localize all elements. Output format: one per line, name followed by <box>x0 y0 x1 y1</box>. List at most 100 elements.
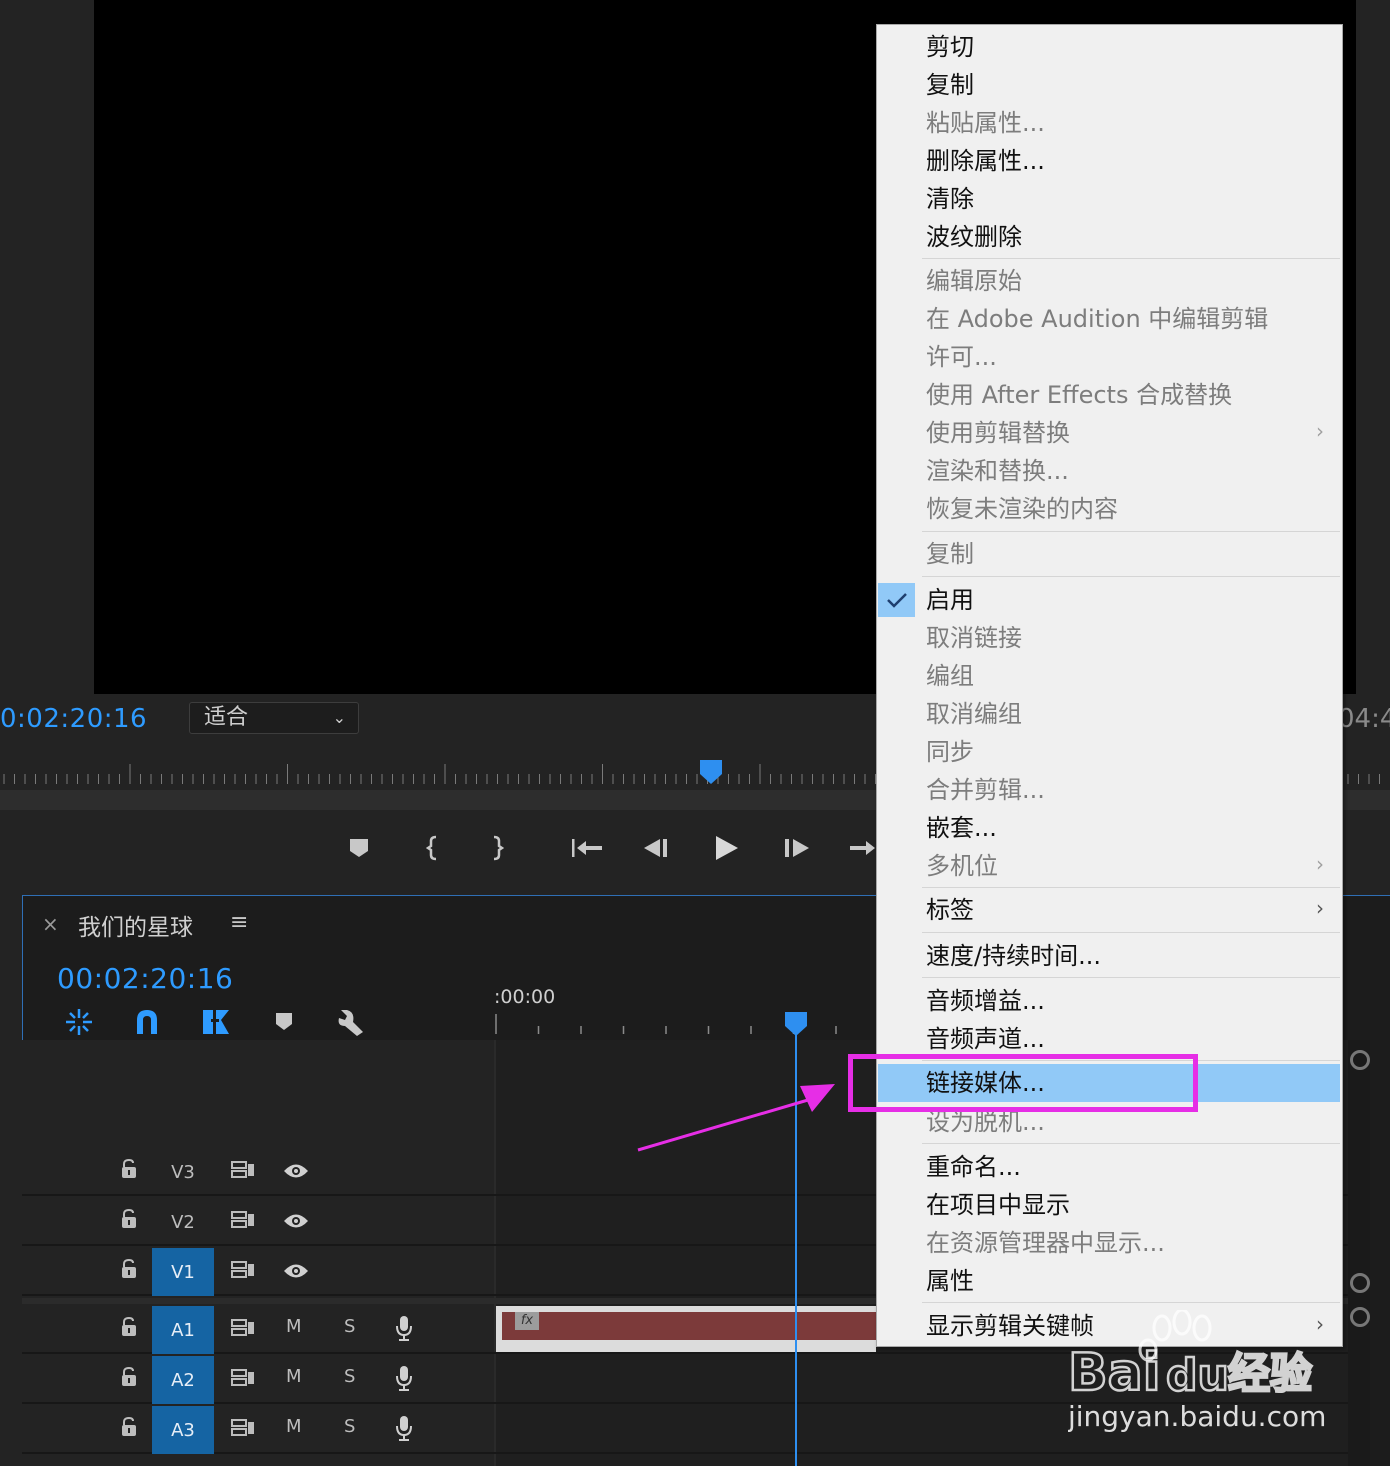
solo-button[interactable]: S <box>344 1316 355 1337</box>
sequence-tab-title[interactable]: 我们的星球 <box>78 908 193 942</box>
lock-icon[interactable] <box>120 1416 138 1438</box>
menu-separator <box>922 1302 1340 1303</box>
add-marker-tool-button[interactable] <box>266 1004 302 1040</box>
track-target-v2[interactable]: V2 <box>152 1198 214 1246</box>
menu-item-31[interactable]: 属性 <box>926 1264 974 1298</box>
nest-sequence-icon <box>66 1009 92 1035</box>
play-icon <box>716 836 738 860</box>
go-to-in-button[interactable] <box>567 826 607 870</box>
mark-out-icon <box>493 835 504 861</box>
step-forward-button[interactable] <box>777 826 817 870</box>
microphone-icon[interactable] <box>394 1314 414 1342</box>
menu-item-5[interactable]: 波纹删除 <box>926 220 1022 254</box>
monitor-timecode[interactable]: 0:02:20:16 <box>0 704 147 734</box>
menu-item-16[interactable]: 编组 <box>926 659 974 693</box>
menu-item-22[interactable]: 标签 <box>926 893 974 927</box>
menu-item-8[interactable]: 许可... <box>926 340 997 374</box>
menu-item-18[interactable]: 同步 <box>926 735 974 769</box>
menu-item-0[interactable]: 剪切 <box>926 30 974 64</box>
track-target-v3[interactable]: V3 <box>152 1148 214 1196</box>
eye-icon[interactable] <box>282 1262 310 1280</box>
eye-icon[interactable] <box>282 1162 310 1180</box>
menu-item-24[interactable]: 音频增益... <box>926 984 1045 1018</box>
menu-item-3[interactable]: 删除属性... <box>926 144 1045 178</box>
microphone-icon[interactable] <box>394 1364 414 1392</box>
menu-item-29[interactable]: 在项目中显示 <box>926 1188 1070 1222</box>
timeline-ruler[interactable] <box>494 1010 874 1040</box>
solo-button[interactable]: S <box>344 1366 355 1387</box>
watermark-url: jingyan.baidu.com <box>1068 1400 1326 1433</box>
step-forward-icon <box>785 839 809 857</box>
insert-nest-button[interactable] <box>61 1004 97 1040</box>
sync-lock-icon[interactable] <box>230 1210 256 1230</box>
fit-dropdown[interactable]: 适合 ⌄ <box>189 702 359 734</box>
step-back-button[interactable] <box>636 826 676 870</box>
lock-icon[interactable] <box>120 1316 138 1338</box>
audio-clip-body[interactable] <box>502 1312 876 1340</box>
menu-item-17[interactable]: 取消编组 <box>926 697 1022 731</box>
menu-item-12[interactable]: 恢复未渲染的内容 <box>926 492 1118 526</box>
track-target-a3[interactable]: A3 <box>152 1406 214 1454</box>
mute-button[interactable]: M <box>286 1316 302 1337</box>
track-target-a1[interactable]: A1 <box>152 1306 214 1354</box>
add-marker-button[interactable] <box>339 826 379 870</box>
annotation-arrow-icon <box>637 1084 835 1152</box>
menu-item-25[interactable]: 音频声道... <box>926 1022 1045 1056</box>
mute-button[interactable]: M <box>286 1416 302 1437</box>
microphone-icon[interactable] <box>394 1414 414 1442</box>
marker-icon <box>276 1013 292 1030</box>
timeline-timecode[interactable]: 00:02:20:16 <box>57 962 233 995</box>
menu-item-2[interactable]: 粘贴属性... <box>926 106 1045 140</box>
menu-item-20[interactable]: 嵌套... <box>926 811 997 845</box>
menu-item-4[interactable]: 清除 <box>926 182 974 216</box>
menu-item-19[interactable]: 合并剪辑... <box>926 773 1045 807</box>
sync-lock-icon[interactable] <box>230 1260 256 1280</box>
menu-item-1[interactable]: 复制 <box>926 68 974 102</box>
mute-button[interactable]: M <box>286 1366 302 1387</box>
eye-icon[interactable] <box>282 1212 310 1230</box>
menu-item-10[interactable]: 使用剪辑替换 <box>926 416 1070 450</box>
scroll-knob[interactable] <box>1350 1273 1370 1293</box>
sync-lock-icon[interactable] <box>230 1368 256 1388</box>
monitor-duration: 04:4 <box>1338 704 1390 734</box>
track-target-v1[interactable]: V1 <box>152 1248 214 1296</box>
timeline-settings-button[interactable] <box>333 1004 369 1040</box>
lock-icon[interactable] <box>120 1258 138 1280</box>
wrench-icon <box>338 1010 363 1036</box>
scroll-knob[interactable] <box>1350 1050 1370 1070</box>
lock-icon[interactable] <box>120 1208 138 1230</box>
menu-separator <box>922 977 1340 978</box>
menu-item-7[interactable]: 在 Adobe Audition 中编辑剪辑 <box>926 302 1268 336</box>
playhead-icon[interactable] <box>784 1012 808 1036</box>
panel-menu-icon[interactable]: ≡ <box>230 910 248 935</box>
menu-item-13[interactable]: 复制 <box>926 537 974 571</box>
lock-icon[interactable] <box>120 1158 138 1180</box>
menu-separator <box>922 887 1340 888</box>
checkmark-icon <box>887 593 907 608</box>
track-target-a2[interactable]: A2 <box>152 1356 214 1404</box>
menu-separator <box>922 932 1340 933</box>
sync-lock-icon[interactable] <box>230 1418 256 1438</box>
check-highlight <box>878 583 915 617</box>
solo-button[interactable]: S <box>344 1416 355 1437</box>
play-button[interactable] <box>706 826 746 870</box>
mark-in-button[interactable] <box>413 826 453 870</box>
menu-item-21[interactable]: 多机位 <box>926 849 998 883</box>
snap-button[interactable] <box>129 1004 165 1040</box>
menu-item-14[interactable]: 启用 <box>926 583 974 617</box>
mark-out-button[interactable] <box>477 826 517 870</box>
menu-item-30[interactable]: 在资源管理器中显示... <box>926 1226 1165 1260</box>
baidu-watermark: Bai du 经验 jingyan.baidu.com <box>1068 1310 1326 1433</box>
menu-item-28[interactable]: 重命名... <box>926 1150 1021 1184</box>
sync-lock-icon[interactable] <box>230 1318 256 1338</box>
lock-icon[interactable] <box>120 1366 138 1388</box>
menu-item-23[interactable]: 速度/持续时间... <box>926 939 1101 973</box>
menu-item-15[interactable]: 取消链接 <box>926 621 1022 655</box>
step-back-icon <box>644 839 667 857</box>
menu-item-6[interactable]: 编辑原始 <box>926 264 1022 298</box>
menu-item-9[interactable]: 使用 After Effects 合成替换 <box>926 378 1232 412</box>
menu-item-11[interactable]: 渲染和替换... <box>926 454 1069 488</box>
linked-selection-button[interactable] <box>197 1004 233 1040</box>
close-tab-button[interactable]: × <box>42 912 59 936</box>
sync-lock-icon[interactable] <box>230 1160 256 1180</box>
